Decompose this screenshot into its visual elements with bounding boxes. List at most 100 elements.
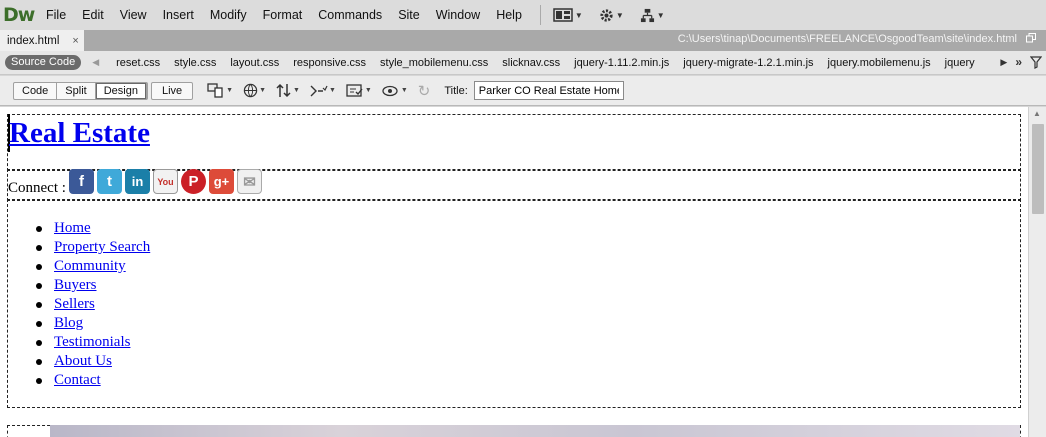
chevron-down-icon: ▼ <box>656 10 665 20</box>
nav-link-sellers[interactable]: Sellers <box>54 295 95 314</box>
google-plus-icon[interactable]: g+ <box>209 169 234 194</box>
related-file-slicknav-css[interactable]: slicknav.css <box>495 57 567 69</box>
menu-separator <box>539 5 541 25</box>
nav-item-testimonials: Testimonials <box>32 333 150 352</box>
scrollbar-thumb[interactable] <box>1032 124 1044 214</box>
nav-link-property-search[interactable]: Property Search <box>54 238 150 257</box>
scroll-left-icon[interactable]: ◀ <box>92 57 99 68</box>
menu-window[interactable]: Window <box>428 8 488 22</box>
nav-link-contact[interactable]: Contact <box>54 371 101 390</box>
menu-file[interactable]: File <box>38 8 74 22</box>
document-toolbar: Code Split Design Live ▼ ▼ ▼ ▼ ▼ ▼ ↻ Tit… <box>0 76 1046 106</box>
visual-aids-icon[interactable]: ▼ <box>382 83 408 98</box>
social-icons: f t in You P g+ ✉ <box>69 169 262 194</box>
pinterest-icon[interactable]: P <box>181 169 206 194</box>
view-switcher: Code Split Design <box>13 81 148 100</box>
gear-icon <box>600 8 613 22</box>
related-files-bar: Source Code ◀ reset.css style.css layout… <box>0 51 1046 75</box>
file-path: C:\Users\tinap\Documents\FREELANCE\Osgoo… <box>677 33 1017 45</box>
related-file-style-mobilemenu-css[interactable]: style_mobilemenu.css <box>373 57 495 69</box>
menu-modify[interactable]: Modify <box>202 8 255 22</box>
layout-icon <box>553 8 573 22</box>
related-file-responsive-css[interactable]: responsive.css <box>286 57 373 69</box>
source-code-button[interactable]: Source Code <box>5 55 82 70</box>
w3c-validation-icon[interactable]: ▼ <box>310 83 336 98</box>
menu-site[interactable]: Site <box>390 8 428 22</box>
close-icon[interactable]: × <box>72 35 78 47</box>
related-file-layout-css[interactable]: layout.css <box>223 57 286 69</box>
menu-edit[interactable]: Edit <box>74 8 112 22</box>
related-file-style-css[interactable]: style.css <box>167 57 223 69</box>
design-view-canvas[interactable]: Real Estate Connect : f t in You P g+ ✉ … <box>0 107 1028 437</box>
related-file-jquery-truncated[interactable]: jquery <box>938 57 982 69</box>
filter-icon[interactable] <box>1030 55 1042 69</box>
bullet-icon <box>36 282 42 289</box>
bullet-icon <box>36 377 42 384</box>
nav-item-blog: Blog <box>32 314 150 333</box>
menu-view[interactable]: View <box>112 8 155 22</box>
nav-link-testimonials[interactable]: Testimonials <box>54 333 130 352</box>
site-title-link[interactable]: Real Estate <box>9 117 150 150</box>
code-view-button[interactable]: Code <box>14 82 58 99</box>
bullet-icon <box>36 244 42 251</box>
title-label: Title: <box>444 84 468 97</box>
email-icon[interactable]: ✉ <box>237 169 262 194</box>
vertical-scrollbar[interactable]: ▲ <box>1028 107 1046 437</box>
main-nav-list: Home Property Search Community Buyers Se… <box>32 219 150 390</box>
live-view-button[interactable]: Live <box>150 81 194 100</box>
facebook-icon[interactable]: f <box>69 169 94 194</box>
bullet-icon <box>36 301 42 308</box>
multiscreen-icon[interactable]: ▼ <box>207 83 233 98</box>
more-files-icon[interactable]: » <box>1015 55 1022 69</box>
banner-image <box>50 425 1020 437</box>
nav-item-property-search: Property Search <box>32 238 150 257</box>
nav-link-community[interactable]: Community <box>54 257 126 276</box>
related-file-jquery-js[interactable]: jquery-1.11.2.min.js <box>567 57 676 69</box>
menu-bar: Dw File Edit View Insert Modify Format C… <box>0 0 1046 30</box>
nav-div-outline <box>7 199 1021 408</box>
design-view-button[interactable]: Design <box>95 82 147 99</box>
nav-item-buyers: Buyers <box>32 276 150 295</box>
youtube-icon[interactable]: You <box>153 169 178 194</box>
bullet-icon <box>36 263 42 270</box>
site-tree-icon <box>640 8 654 22</box>
nav-link-blog[interactable]: Blog <box>54 314 83 333</box>
bullet-icon <box>36 358 42 365</box>
nav-link-about-us[interactable]: About Us <box>54 352 112 371</box>
app-logo: Dw <box>3 4 35 26</box>
chevron-down-icon: ▼ <box>615 10 624 20</box>
nav-link-home[interactable]: Home <box>54 219 91 238</box>
nav-item-sellers: Sellers <box>32 295 150 314</box>
site-dropdown[interactable]: ▼ <box>640 8 665 23</box>
check-browser-compat-icon[interactable]: ▼ <box>346 83 372 98</box>
file-management-icon[interactable]: ▼ <box>276 83 300 98</box>
twitter-icon[interactable]: t <box>97 169 122 194</box>
menu-commands[interactable]: Commands <box>310 8 390 22</box>
nav-item-community: Community <box>32 257 150 276</box>
menu-format[interactable]: Format <box>255 8 311 22</box>
tab-label: index.html <box>7 34 60 47</box>
layout-dropdown[interactable]: ▼ <box>553 8 583 22</box>
settings-dropdown[interactable]: ▼ <box>599 8 624 23</box>
restore-window-icon[interactable] <box>1026 33 1036 46</box>
scroll-right-icon[interactable]: ▶ <box>1000 57 1007 68</box>
split-view-button[interactable]: Split <box>57 82 96 99</box>
bullet-icon <box>36 320 42 327</box>
related-file-jquery-mobilemenu-js[interactable]: jquery.mobilemenu.js <box>821 57 938 69</box>
related-file-jquery-migrate-js[interactable]: jquery-migrate-1.2.1.min.js <box>676 57 820 69</box>
linkedin-icon[interactable]: in <box>125 169 150 194</box>
connect-label: Connect : <box>8 180 66 196</box>
related-file-reset-css[interactable]: reset.css <box>109 57 167 69</box>
scroll-up-icon[interactable]: ▲ <box>1033 109 1041 118</box>
title-input[interactable] <box>473 81 624 100</box>
menu-insert[interactable]: Insert <box>155 8 202 22</box>
nav-link-buyers[interactable]: Buyers <box>54 276 97 295</box>
preview-browser-icon[interactable]: ▼ <box>243 83 266 98</box>
bullet-icon <box>36 225 42 232</box>
menu-help[interactable]: Help <box>488 8 530 22</box>
refresh-icon[interactable]: ↻ <box>418 82 431 100</box>
chevron-down-icon: ▼ <box>574 10 583 20</box>
nav-item-about-us: About Us <box>32 352 150 371</box>
tab-index-html[interactable]: index.html × <box>0 30 84 51</box>
document-tab-bar: index.html × C:\Users\tinap\Documents\FR… <box>0 30 1046 51</box>
